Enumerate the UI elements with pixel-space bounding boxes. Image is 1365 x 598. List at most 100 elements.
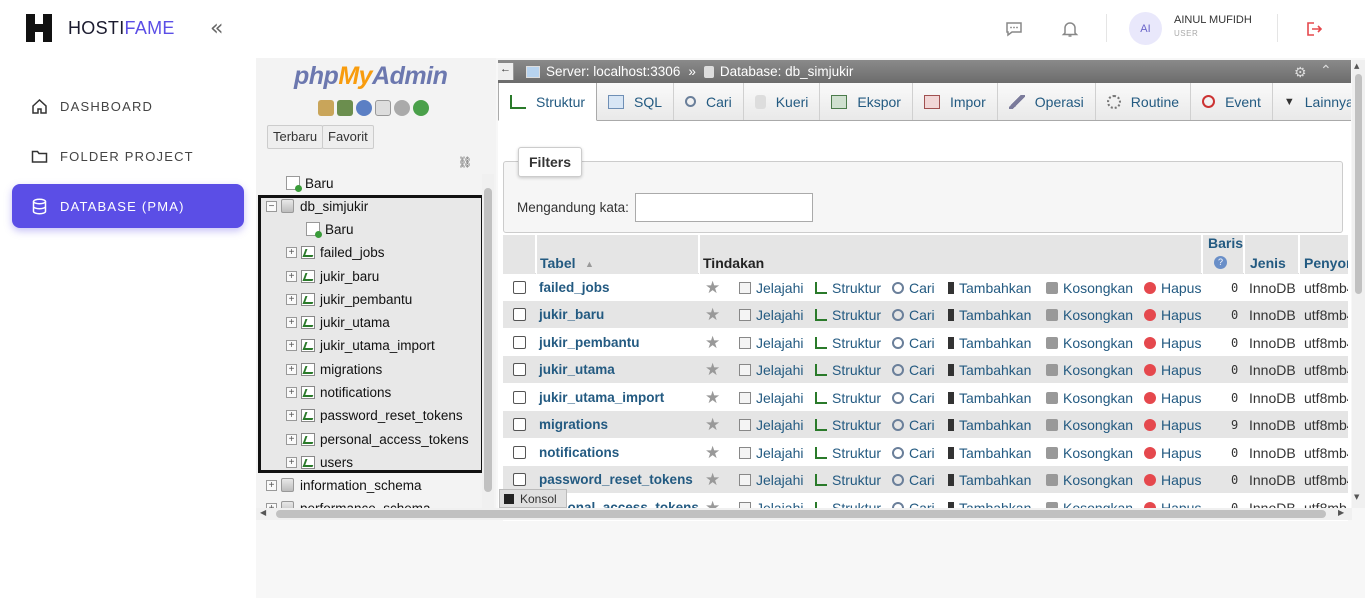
horizontal-scrollbar[interactable]: ◀ ▶ — [256, 508, 1352, 520]
action-jelajahi[interactable]: Jelajahi — [739, 280, 803, 296]
logout-icon[interactable] — [1303, 18, 1325, 40]
header-jenis[interactable]: Jenis — [1250, 255, 1286, 271]
filter-input[interactable] — [635, 193, 813, 222]
scroll-right-icon[interactable]: ▶ — [1338, 508, 1344, 517]
action-cari[interactable]: Cari — [892, 390, 935, 406]
action-hapus[interactable]: Hapus — [1144, 472, 1201, 488]
header-baris[interactable]: Baris — [1208, 235, 1243, 251]
tab-operasi[interactable]: Operasi — [998, 83, 1096, 120]
tree-table[interactable]: + jukir_baru — [286, 265, 379, 287]
row-checkbox[interactable] — [513, 308, 526, 321]
row-checkbox[interactable] — [513, 418, 526, 431]
gear-icon[interactable]: ⚙ — [1294, 64, 1307, 81]
collapse-nav-icon[interactable]: ← — [498, 63, 514, 80]
action-tambahkan[interactable]: Tambahkan — [948, 417, 1031, 433]
chat-icon[interactable] — [1003, 18, 1025, 40]
collapse-sidebar-icon[interactable]: « — [210, 16, 223, 41]
expand-icon[interactable]: + — [286, 456, 297, 468]
action-struktur[interactable]: Struktur — [815, 335, 881, 351]
home-icon[interactable] — [318, 100, 334, 116]
tree-table[interactable]: + failed_jobs — [286, 241, 385, 263]
action-jelajahi[interactable]: Jelajahi — [739, 445, 803, 461]
tree-table[interactable]: + jukir_utama — [286, 311, 390, 333]
scroll-down-icon[interactable]: ▼ — [1354, 493, 1359, 501]
favorite-star-icon[interactable]: ★ — [705, 278, 720, 298]
action-hapus[interactable]: Hapus — [1144, 307, 1201, 323]
favorite-button[interactable]: Favorit — [322, 125, 374, 149]
row-checkbox[interactable] — [513, 446, 526, 459]
help-icon[interactable] — [356, 100, 372, 116]
action-cari[interactable]: Cari — [892, 362, 935, 378]
favorite-star-icon[interactable]: ★ — [705, 415, 720, 435]
exit-icon[interactable] — [337, 100, 353, 116]
expand-icon[interactable]: + — [286, 386, 297, 398]
action-struktur[interactable]: Struktur — [815, 362, 881, 378]
favorite-star-icon[interactable]: ★ — [705, 305, 720, 325]
tree-table[interactable]: + jukir_utama_import — [286, 334, 435, 356]
action-hapus[interactable]: Hapus — [1144, 417, 1201, 433]
action-cari[interactable]: Cari — [892, 445, 935, 461]
breadcrumb-database[interactable]: Database: db_simjukir — [720, 64, 854, 79]
action-cari[interactable]: Cari — [892, 417, 935, 433]
action-hapus[interactable]: Hapus — [1144, 390, 1201, 406]
tab-struktur[interactable]: Struktur — [498, 83, 598, 121]
help-icon[interactable]: ? — [1214, 256, 1227, 269]
table-name-link[interactable]: jukir_pembantu — [539, 335, 640, 350]
action-cari[interactable]: Cari — [892, 280, 935, 296]
tree-db-information-schema[interactable]: + information_schema — [266, 474, 422, 496]
tab-routine[interactable]: Routine — [1096, 83, 1192, 120]
action-kosongkan[interactable]: Kosongkan — [1046, 280, 1133, 296]
action-cari[interactable]: Cari — [892, 307, 935, 323]
avatar[interactable]: AI — [1129, 12, 1162, 45]
action-jelajahi[interactable]: Jelajahi — [739, 307, 803, 323]
expand-icon[interactable]: + — [286, 316, 297, 328]
scrollbar-thumb[interactable] — [1355, 74, 1362, 294]
brand-logo[interactable]: HOSTIFAME — [26, 14, 175, 42]
action-struktur[interactable]: Struktur — [815, 417, 881, 433]
row-checkbox[interactable] — [513, 281, 526, 294]
expand-icon[interactable]: + — [286, 246, 297, 258]
chevron-up-icon[interactable]: ⌃ — [1320, 62, 1332, 79]
collapse-icon[interactable]: − — [266, 200, 277, 212]
tab-event[interactable]: Event — [1191, 83, 1273, 120]
tree-table[interactable]: + users — [286, 451, 353, 473]
sidebar-item-database-pma[interactable]: DATABASE (PMA) — [12, 184, 244, 228]
action-tambahkan[interactable]: Tambahkan — [948, 472, 1031, 488]
row-checkbox[interactable] — [513, 336, 526, 349]
tree-table[interactable]: + password_reset_tokens — [286, 404, 463, 426]
expand-icon[interactable]: + — [286, 409, 297, 421]
favorite-star-icon[interactable]: ★ — [705, 388, 720, 408]
expand-icon[interactable]: + — [286, 270, 297, 282]
docs-icon[interactable] — [375, 100, 391, 116]
action-kosongkan[interactable]: Kosongkan — [1046, 472, 1133, 488]
tab-impor[interactable]: Impor — [913, 83, 998, 120]
action-struktur[interactable]: Struktur — [815, 390, 881, 406]
action-hapus[interactable]: Hapus — [1144, 335, 1201, 351]
action-jelajahi[interactable]: Jelajahi — [739, 390, 803, 406]
expand-icon[interactable]: + — [286, 293, 297, 305]
tab-kueri[interactable]: Kueri — [744, 83, 821, 120]
row-checkbox[interactable] — [513, 473, 526, 486]
action-tambahkan[interactable]: Tambahkan — [948, 335, 1031, 351]
action-jelajahi[interactable]: Jelajahi — [739, 362, 803, 378]
table-name-link[interactable]: jukir_baru — [539, 307, 604, 322]
action-tambahkan[interactable]: Tambahkan — [948, 445, 1031, 461]
action-hapus[interactable]: Hapus — [1144, 362, 1201, 378]
tree-table[interactable]: + personal_access_tokens — [286, 428, 469, 450]
action-struktur[interactable]: Struktur — [815, 472, 881, 488]
action-jelajahi[interactable]: Jelajahi — [739, 335, 803, 351]
action-kosongkan[interactable]: Kosongkan — [1046, 307, 1133, 323]
row-checkbox[interactable] — [513, 363, 526, 376]
action-cari[interactable]: Cari — [892, 335, 935, 351]
tree-table[interactable]: + migrations — [286, 358, 382, 380]
action-tambahkan[interactable]: Tambahkan — [948, 390, 1031, 406]
scroll-left-icon[interactable]: ◀ — [260, 508, 266, 517]
nav-scrollbar[interactable] — [482, 174, 494, 508]
main-scrollbar[interactable]: ▲ ▼ — [1352, 60, 1365, 508]
expand-icon[interactable]: + — [286, 433, 297, 445]
tree-table[interactable]: + notifications — [286, 381, 391, 403]
table-name-link[interactable]: jukir_utama — [539, 362, 615, 377]
action-struktur[interactable]: Struktur — [815, 280, 881, 296]
table-name-link[interactable]: jukir_utama_import — [539, 390, 664, 405]
scrollbar-thumb[interactable] — [484, 188, 492, 492]
